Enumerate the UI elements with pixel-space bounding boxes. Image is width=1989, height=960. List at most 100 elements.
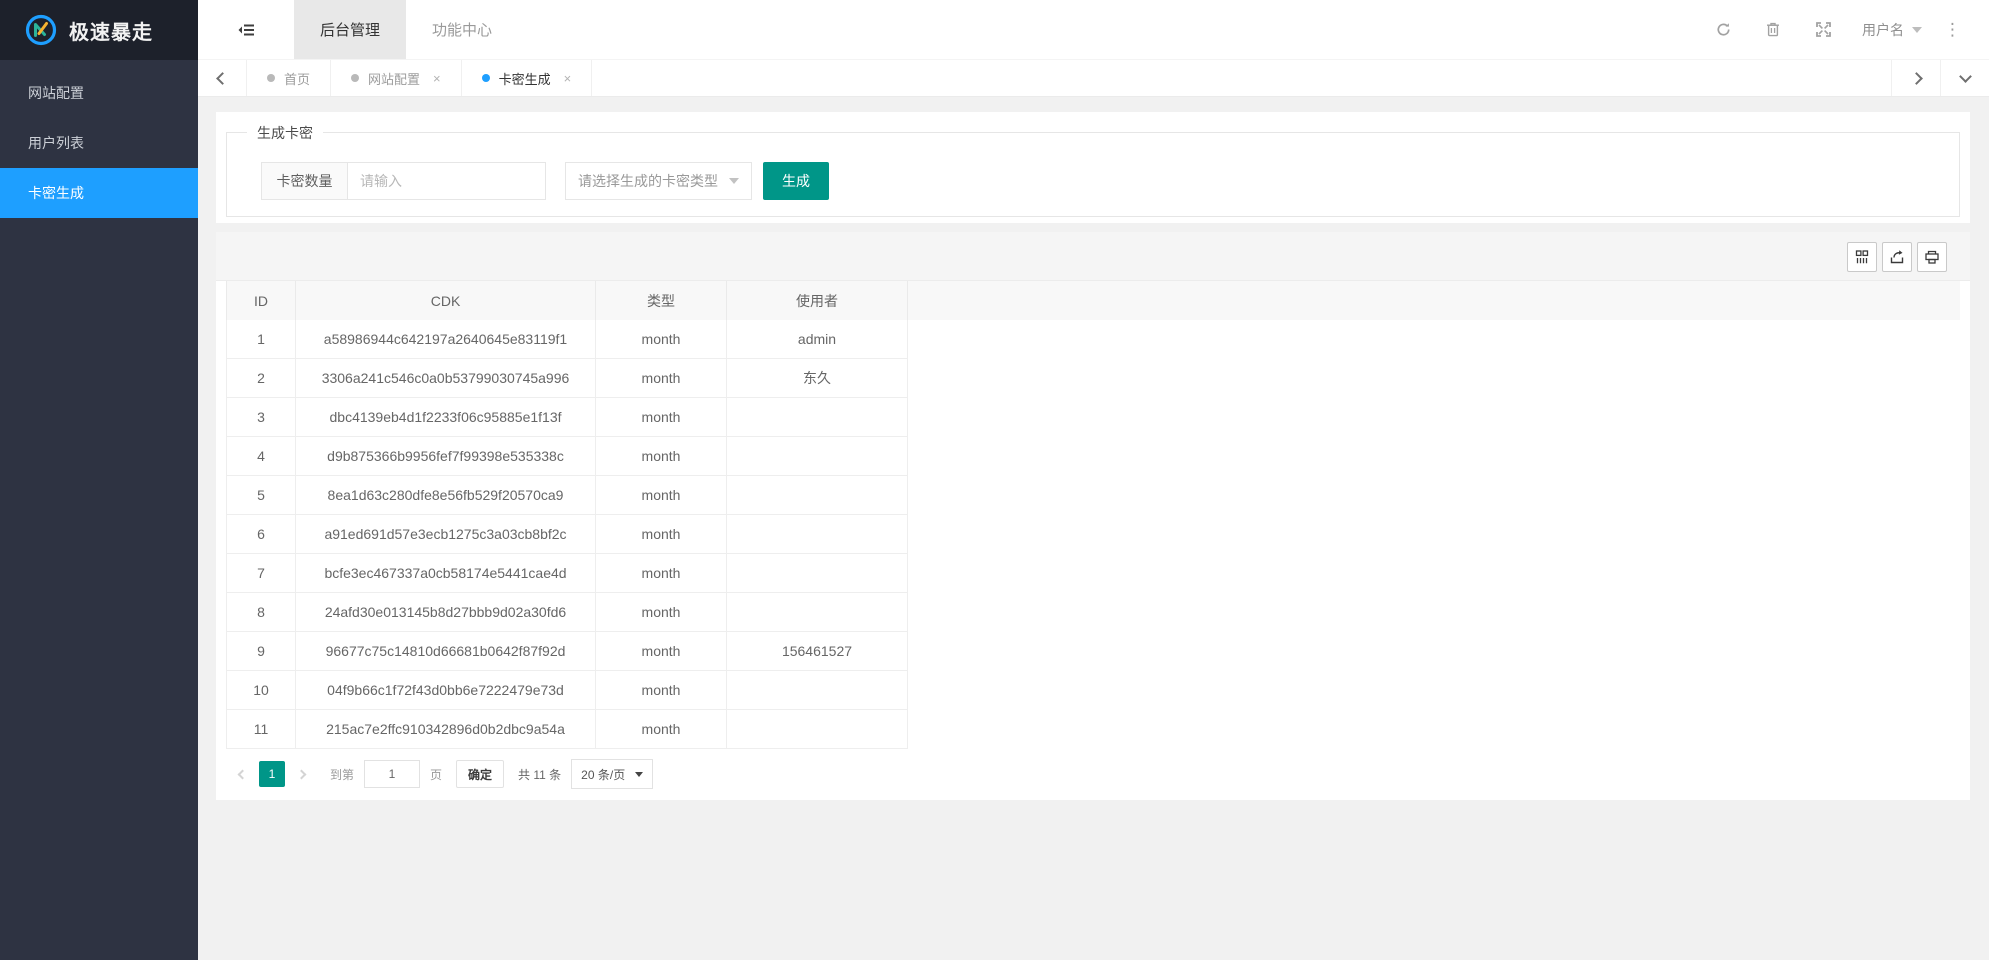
close-icon[interactable]: × [433, 71, 441, 86]
quantity-label: 卡密数量 [261, 162, 347, 200]
table-cell: month [596, 554, 727, 592]
table-row[interactable]: 6a91ed691d57e3ecb1275c3a03cb8bf2cmonth [226, 515, 1960, 554]
tab-home[interactable]: 首页 [247, 60, 331, 96]
tab-card-generate[interactable]: 卡密生成 × [462, 60, 593, 96]
table-toolbar-buttons [1847, 242, 1947, 272]
navbar-right-actions: 用户名 ⋮ [1698, 0, 1989, 59]
table-cell: a91ed691d57e3ecb1275c3a03cb8bf2c [296, 515, 596, 553]
quantity-input[interactable] [347, 162, 546, 200]
table-row[interactable]: 7bcfe3ec467337a0cb58174e5441cae4dmonth [226, 554, 1960, 593]
fullscreen-button[interactable] [1798, 0, 1848, 60]
card-type-select[interactable]: 请选择生成的卡密类型 [565, 162, 752, 200]
tabs-menu-button[interactable] [1940, 60, 1989, 96]
chevron-down-icon [729, 178, 739, 184]
tabs-scroll-left-button[interactable] [198, 60, 247, 96]
table-cell: 3306a241c546c0a0b53799030745a996 [296, 359, 596, 397]
navbar-tab-label: 功能中心 [432, 19, 492, 40]
current-page-button[interactable]: 1 [259, 761, 285, 787]
tab-label: 首页 [284, 69, 310, 88]
sidebar-item-card-generate[interactable]: 卡密生成 [0, 168, 198, 218]
table-cell: month [596, 359, 727, 397]
navbar-tab-label: 后台管理 [320, 19, 380, 40]
export-button[interactable] [1882, 242, 1912, 272]
tab-dot-icon [267, 74, 275, 82]
close-icon[interactable]: × [564, 71, 572, 86]
total-count-label: 共 11 条 [518, 766, 561, 783]
card-type-placeholder: 请选择生成的卡密类型 [578, 171, 718, 191]
sidebar-item-user-list[interactable]: 用户列表 [0, 118, 198, 168]
generate-fieldset: 生成卡密 卡密数量 请选择生成的卡密类型 生成 [226, 132, 1960, 217]
tab-site-config[interactable]: 网站配置 × [331, 60, 462, 96]
sidebar-item-label: 卡密生成 [28, 183, 84, 203]
table-cell [727, 398, 908, 436]
table-cell: 3 [226, 398, 296, 436]
print-button[interactable] [1917, 242, 1947, 272]
page-size-value: 20 条/页 [581, 766, 625, 783]
goto-label: 到第 [330, 766, 354, 783]
table-cell: dbc4139eb4d1f2233f06c95885e1f13f [296, 398, 596, 436]
tabs-scroll-right-button[interactable] [1891, 60, 1940, 96]
table-cell: 6 [226, 515, 296, 553]
table-row[interactable]: 4d9b875366b9956fef7f99398e535338cmonth [226, 437, 1960, 476]
table-cell: 156461527 [727, 632, 908, 670]
table-body: 1a58986944c642197a2640645e83119f1monthad… [226, 320, 1960, 749]
more-options-button[interactable]: ⋮ [1936, 20, 1969, 40]
table-row[interactable]: 824afd30e013145b8d27bbb9d02a30fd6month [226, 593, 1960, 632]
table-cell: month [596, 671, 727, 709]
tab-label: 网站配置 [368, 69, 420, 88]
table-row[interactable]: 11215ac7e2ffc910342896d0b2dbc9a54amonth [226, 710, 1960, 749]
table-row[interactable]: 58ea1d63c280dfe8e56fb529f20570ca9month [226, 476, 1960, 515]
table-cell: 24afd30e013145b8d27bbb9d02a30fd6 [296, 593, 596, 631]
tab-label: 卡密生成 [499, 69, 551, 88]
table-cell: 1 [226, 320, 296, 358]
table-cell: 7 [226, 554, 296, 592]
navbar-tab-function-center[interactable]: 功能中心 [406, 0, 518, 59]
filter-columns-button[interactable] [1847, 242, 1877, 272]
table-row[interactable]: 23306a241c546c0a0b53799030745a996month东久 [226, 359, 1960, 398]
tab-dot-icon [482, 74, 490, 82]
chevron-left-icon [238, 769, 248, 779]
columns-icon [1854, 249, 1870, 265]
username-label: 用户名 [1862, 20, 1904, 40]
table-cell [727, 515, 908, 553]
column-header-id[interactable]: ID [226, 281, 296, 320]
table-header: ID CDK 类型 使用者 [226, 281, 1960, 320]
sidebar-item-label: 网站配置 [28, 83, 84, 103]
table-cell: month [596, 398, 727, 436]
table-cell: month [596, 476, 727, 514]
refresh-button[interactable] [1698, 0, 1748, 60]
page-size-select[interactable]: 20 条/页 [571, 759, 653, 789]
table-cell: month [596, 515, 727, 553]
confirm-page-button[interactable]: 确定 [456, 760, 504, 788]
prev-page-button[interactable] [230, 771, 255, 778]
collapse-sidebar-button[interactable] [198, 0, 294, 59]
column-header-cdk[interactable]: CDK [296, 281, 596, 320]
table-cell: month [596, 593, 727, 631]
table-cell: 4 [226, 437, 296, 475]
table-toolbar [216, 232, 1970, 281]
table-cell: month [596, 437, 727, 475]
table-row[interactable]: 3dbc4139eb4d1f2233f06c95885e1f13fmonth [226, 398, 1960, 437]
app-title: 极速暴走 [69, 16, 153, 45]
printer-icon [1924, 249, 1940, 265]
next-page-button[interactable] [289, 771, 314, 778]
table-cell: month [596, 320, 727, 358]
table-row[interactable]: 1004f9b66c1f72f43d0bb6e7222479e73dmonth [226, 671, 1960, 710]
column-header-type[interactable]: 类型 [596, 281, 727, 320]
column-header-user[interactable]: 使用者 [727, 281, 908, 320]
sidebar-item-site-config[interactable]: 网站配置 [0, 68, 198, 118]
page-tabstrip: 首页 网站配置 × 卡密生成 × [198, 60, 1989, 97]
table-cell: admin [727, 320, 908, 358]
table-row[interactable]: 996677c75c14810d66681b0642f87f92dmonth15… [226, 632, 1960, 671]
generate-button[interactable]: 生成 [763, 162, 829, 200]
chevron-down-icon [635, 772, 643, 777]
table-row[interactable]: 1a58986944c642197a2640645e83119f1monthad… [226, 320, 1960, 359]
table-cell: 东久 [727, 359, 908, 397]
navbar-tab-admin[interactable]: 后台管理 [294, 0, 406, 59]
sidebar-menu: 网站配置 用户列表 卡密生成 [0, 60, 198, 218]
page-number-input[interactable] [364, 760, 420, 788]
user-menu[interactable]: 用户名 [1848, 0, 1936, 60]
table-cell [727, 476, 908, 514]
table-cell: 215ac7e2ffc910342896d0b2dbc9a54a [296, 710, 596, 748]
clear-cache-button[interactable] [1748, 0, 1798, 60]
